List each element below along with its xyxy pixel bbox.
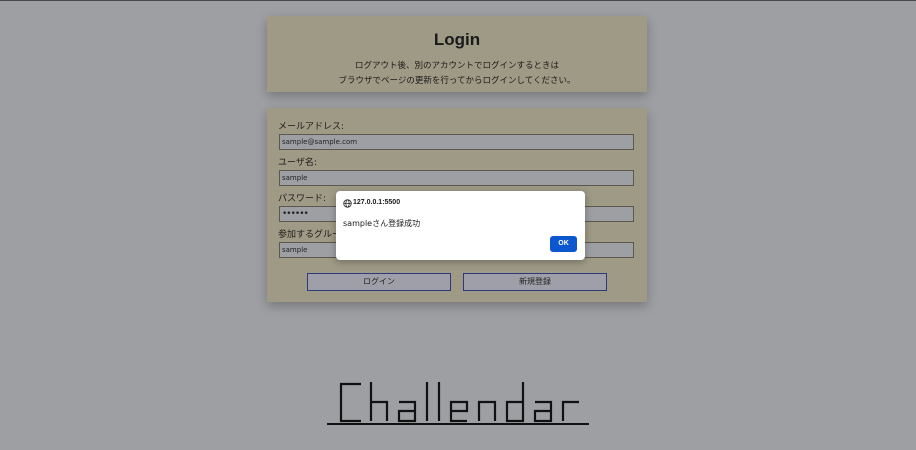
register-button[interactable]: 新規登録 <box>463 273 607 291</box>
login-button[interactable]: ログイン <box>307 273 451 291</box>
top-border <box>0 0 916 1</box>
login-card: Login ログアウト後、別のアカウントでログインするときは ブラウザでページの… <box>267 16 647 92</box>
username-label: ユーザ名: <box>278 158 317 168</box>
username-field[interactable]: sample <box>279 170 634 186</box>
ok-button[interactable]: OK <box>550 236 577 252</box>
page-title: Login <box>433 30 481 49</box>
globe-icon <box>343 199 352 208</box>
challendar-logo <box>327 382 589 425</box>
info-message-line-1: ログアウト後、別のアカウントでログインするときは <box>354 61 559 71</box>
password-label: パスワード: <box>278 194 327 204</box>
email-field[interactable]: sample@sample.com <box>279 134 634 150</box>
email-label: メールアドレス: <box>278 122 345 132</box>
info-message-line-2: ブラウザでページの更新を行ってからログインしてください。 <box>338 76 576 86</box>
alert-dialog: 127.0.0.1:5500 sampleさん登録成功 OK <box>336 191 585 260</box>
alert-message: sampleさん登録成功 <box>343 219 421 228</box>
alert-origin: 127.0.0.1:5500 <box>353 199 401 206</box>
